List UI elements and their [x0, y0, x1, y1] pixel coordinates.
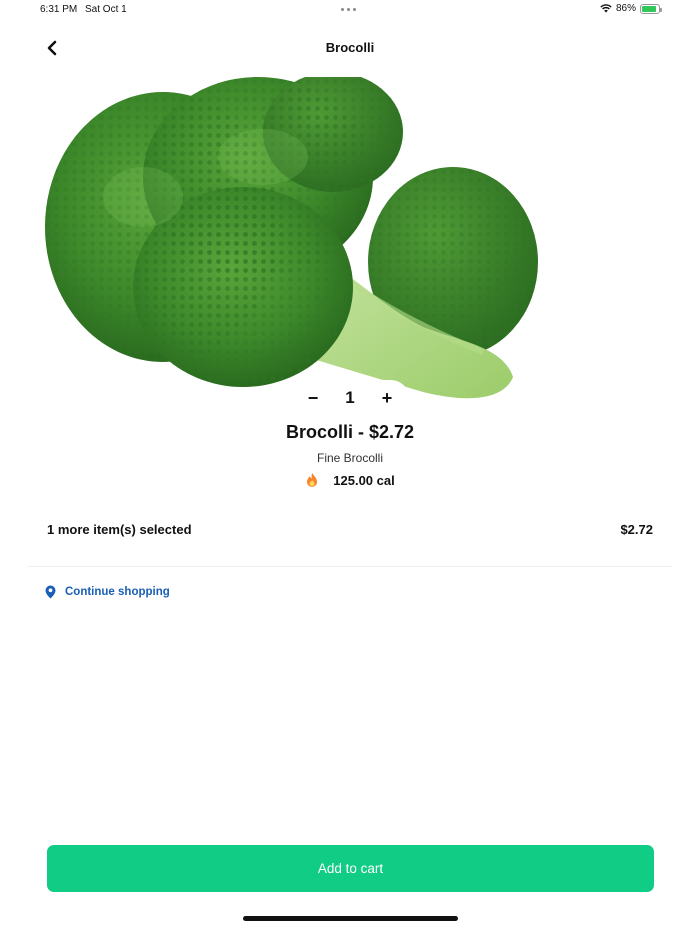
decrement-button[interactable]: − — [303, 388, 323, 408]
quantity-stepper: − 1 + — [291, 380, 409, 416]
battery-percent: 86% — [615, 3, 636, 14]
home-indicator[interactable] — [243, 916, 458, 921]
summary-total: $2.72 — [620, 522, 653, 537]
continue-shopping-link[interactable]: Continue shopping — [45, 585, 170, 599]
selected-items-text: 1 more item(s) selected — [47, 522, 192, 537]
calories-row: 125.00 cal — [0, 472, 700, 488]
calories-value: 125.00 cal — [333, 472, 395, 488]
increment-button[interactable]: + — [377, 388, 397, 408]
add-to-cart-button[interactable]: Add to cart — [47, 845, 654, 892]
location-pin-icon — [45, 585, 56, 599]
product-subtitle: Fine Brocolli — [316, 451, 384, 465]
broccoli-illustration — [45, 77, 538, 399]
status-bar: 6:31 PM Sat Oct 1 86% — [0, 0, 700, 20]
page-title: Brocolli — [325, 40, 375, 55]
wifi-icon — [600, 4, 612, 13]
product-image — [43, 77, 553, 402]
status-time: 6:31 PM — [40, 4, 78, 15]
selection-summary: 1 more item(s) selected $2.72 — [47, 522, 653, 537]
flame-icon — [307, 473, 318, 487]
header: Brocolli — [0, 30, 700, 66]
multitasking-dots-icon[interactable] — [341, 8, 356, 11]
product-title: Brocolli - $2.72 — [285, 422, 415, 442]
battery-level — [642, 5, 656, 12]
divider — [28, 566, 672, 567]
status-date: Sat Oct 1 — [85, 4, 127, 15]
continue-shopping-label: Continue shopping — [65, 586, 170, 598]
battery-icon — [640, 3, 662, 14]
quantity-value: 1 — [345, 388, 355, 407]
status-right: 86% — [600, 3, 662, 14]
